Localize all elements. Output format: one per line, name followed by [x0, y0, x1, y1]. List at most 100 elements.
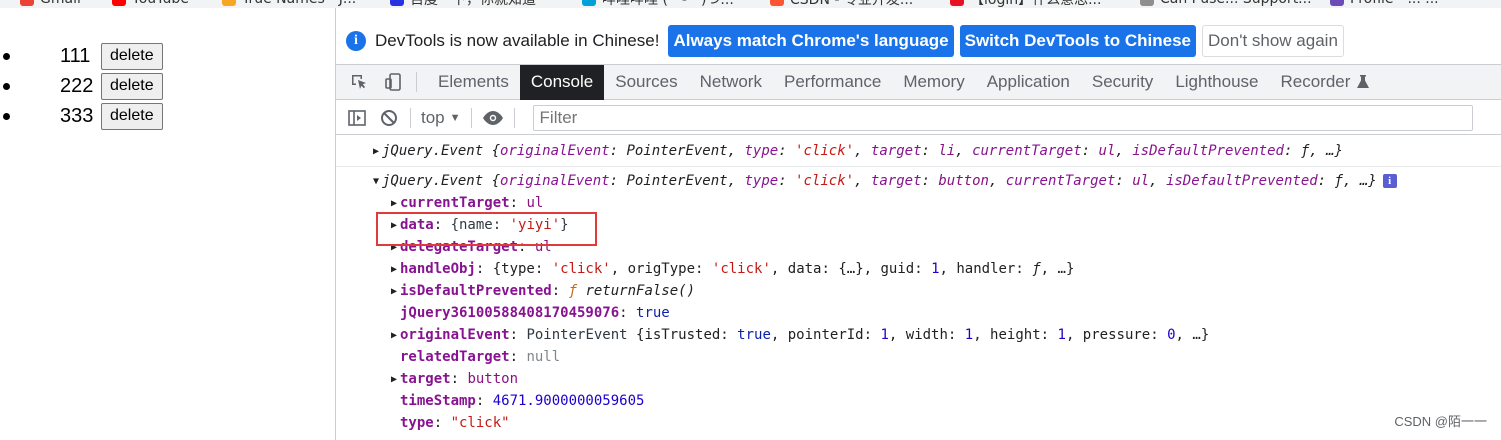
- flask-icon: [1357, 75, 1370, 88]
- list-item-text: 333: [60, 104, 94, 127]
- live-expression-eye-icon[interactable]: [482, 107, 504, 129]
- console-message-expanded[interactable]: ▼ jQuery.Event {originalEvent: PointerEve…: [336, 170, 1501, 192]
- console-message[interactable]: ▶ jQuery.Event {originalEvent: PointerEve…: [336, 136, 1501, 167]
- dont-show-again-button[interactable]: Don't show again: [1202, 25, 1344, 57]
- bookmark-favicon-icon: [222, 0, 236, 6]
- language-infobar: i DevTools is now available in Chinese! …: [336, 22, 1501, 60]
- context-selector[interactable]: top ▼: [421, 108, 461, 128]
- tab-lighthouse[interactable]: Lighthouse: [1164, 65, 1269, 100]
- info-icon: i: [346, 31, 366, 51]
- bookmark-favicon-icon: [390, 0, 404, 6]
- devtools-panel: i DevTools is now available in Chinese! …: [335, 8, 1501, 440]
- tab-application[interactable]: Application: [976, 65, 1081, 100]
- bookmark-item[interactable]: 百度一下，你就知道: [390, 0, 536, 8]
- tab-recorder-label: Recorder: [1280, 72, 1351, 91]
- bookmark-label: Profile - ... ...: [1350, 0, 1439, 7]
- property-row[interactable]: ▶ isDefaultPrevented: ƒ returnFalse(): [336, 280, 1501, 302]
- expand-arrow-icon[interactable]: ▶: [388, 198, 400, 209]
- switch-to-chinese-button[interactable]: Switch DevTools to Chinese: [959, 25, 1197, 57]
- list-item: 111 delete: [3, 41, 163, 71]
- property-row: type: "click": [400, 415, 510, 431]
- expand-arrow-icon[interactable]: ▶: [388, 374, 400, 385]
- property-row[interactable]: ▶ target: button: [336, 368, 1501, 390]
- bookmark-favicon-icon: [770, 0, 784, 6]
- context-label: top: [421, 107, 445, 127]
- list-item: 333 delete: [3, 101, 163, 131]
- property-row[interactable]: ▶ delegateTarget: ul: [336, 236, 1501, 258]
- toolbar-divider: [410, 107, 411, 128]
- bookmark-favicon-icon: [112, 0, 126, 6]
- expand-arrow-icon[interactable]: ▶: [388, 286, 400, 297]
- property-row[interactable]: ▶ originalEvent: PointerEvent {isTrusted:…: [336, 324, 1501, 346]
- bullet-icon: [3, 83, 10, 90]
- property-row[interactable]: ▶ currentTarget: ul: [336, 192, 1501, 214]
- expand-arrow-icon[interactable]: ▶: [370, 146, 382, 157]
- property-row-data[interactable]: ▶ data: {name: 'yiyi'}: [336, 214, 1501, 236]
- bookmark-item[interactable]: CSDN - 专业开发...: [770, 0, 914, 8]
- tab-console[interactable]: Console: [519, 64, 605, 100]
- bookmark-favicon-icon: [582, 0, 596, 6]
- info-badge-icon[interactable]: i: [1382, 174, 1397, 188]
- bookmark-item[interactable]: Can I use... Support...: [1140, 0, 1312, 7]
- list-item-text: 222: [60, 74, 94, 97]
- bookmark-label: CSDN - 专业开发...: [790, 0, 914, 8]
- bookmark-item[interactable]: 哔哩哔哩 (゜-゜)つ...: [582, 0, 734, 8]
- bookmark-item[interactable]: YouTube: [112, 0, 189, 7]
- item-list: 111 delete 222 delete 333 delete: [3, 41, 163, 131]
- tab-elements[interactable]: Elements: [427, 65, 520, 100]
- delete-button[interactable]: delete: [101, 102, 163, 130]
- bookmark-item[interactable]: Gmail: [20, 0, 81, 7]
- property-row: relatedTarget: null: [400, 349, 561, 365]
- bookmark-label: 百度一下，你就知道: [410, 0, 536, 8]
- bookmark-label: True Names - J...: [242, 0, 356, 7]
- console-filter-input[interactable]: [532, 104, 1473, 131]
- bookmark-favicon-icon: [20, 0, 34, 6]
- bookmark-favicon-icon: [1140, 0, 1154, 6]
- bookmark-item[interactable]: Profile - ... ...: [1330, 0, 1439, 7]
- always-match-language-button[interactable]: Always match Chrome's language: [668, 25, 954, 57]
- bookmark-favicon-icon: [1330, 0, 1344, 6]
- bookmark-label: Gmail: [40, 0, 81, 7]
- tab-memory[interactable]: Memory: [892, 65, 975, 100]
- tabbar-divider: [416, 72, 417, 92]
- bookmark-favicon-icon: [950, 0, 964, 6]
- clear-console-icon[interactable]: [378, 107, 400, 129]
- tab-security[interactable]: Security: [1081, 65, 1164, 100]
- bookmark-item[interactable]: 【login】什么意思...: [950, 0, 1102, 8]
- show-sidebar-icon[interactable]: [346, 107, 368, 129]
- tab-sources[interactable]: Sources: [604, 65, 688, 100]
- property-row: jQuery36100588408170459076: true: [400, 305, 670, 321]
- list-item-text: 111: [60, 44, 91, 67]
- property-row: timeStamp: 4671.9000000059605: [400, 393, 645, 409]
- devtools-tabbar: Elements Console Sources Network Perform…: [336, 64, 1501, 100]
- event-type: jQuery.Event: [382, 143, 484, 159]
- list-item: 222 delete: [3, 71, 163, 101]
- property-row[interactable]: ▶ handleObj: {type: 'click', origType: 'c…: [336, 258, 1501, 280]
- tab-recorder[interactable]: Recorder: [1270, 65, 1382, 100]
- page-content: 111 delete 222 delete 333 delete: [0, 8, 335, 440]
- bookmark-label: YouTube: [132, 0, 189, 7]
- bookmark-label: 【login】什么意思...: [970, 0, 1102, 8]
- collapse-arrow-icon[interactable]: ▼: [370, 176, 382, 187]
- bookmark-item[interactable]: True Names - J...: [222, 0, 356, 7]
- tab-network[interactable]: Network: [689, 65, 773, 100]
- inspect-element-icon[interactable]: [348, 71, 370, 93]
- bullet-icon: [3, 113, 10, 120]
- bullet-icon: [3, 53, 10, 60]
- caret-down-icon: ▼: [449, 111, 461, 124]
- console-output: ▶ jQuery.Event {originalEvent: PointerEve…: [336, 136, 1501, 440]
- expand-arrow-icon[interactable]: ▶: [388, 220, 400, 231]
- expand-arrow-icon[interactable]: ▶: [388, 242, 400, 253]
- bookmarks-bar: Gmail YouTube True Names - J... 百度一下，你就知道 哔哩…: [0, 0, 1501, 8]
- delete-button[interactable]: delete: [101, 42, 163, 70]
- watermark: CSDN @陌一一: [1394, 414, 1487, 429]
- delete-button[interactable]: delete: [101, 72, 163, 100]
- device-toolbar-icon[interactable]: [382, 71, 404, 93]
- toolbar-divider: [513, 107, 515, 128]
- tab-performance[interactable]: Performance: [773, 65, 892, 100]
- bookmark-label: 哔哩哔哩 (゜-゜)つ...: [602, 0, 734, 8]
- expand-arrow-icon[interactable]: ▶: [388, 264, 400, 275]
- expand-arrow-icon[interactable]: ▶: [388, 330, 400, 341]
- event-type: jQuery.Event: [382, 173, 484, 189]
- toolbar-divider: [470, 107, 472, 128]
